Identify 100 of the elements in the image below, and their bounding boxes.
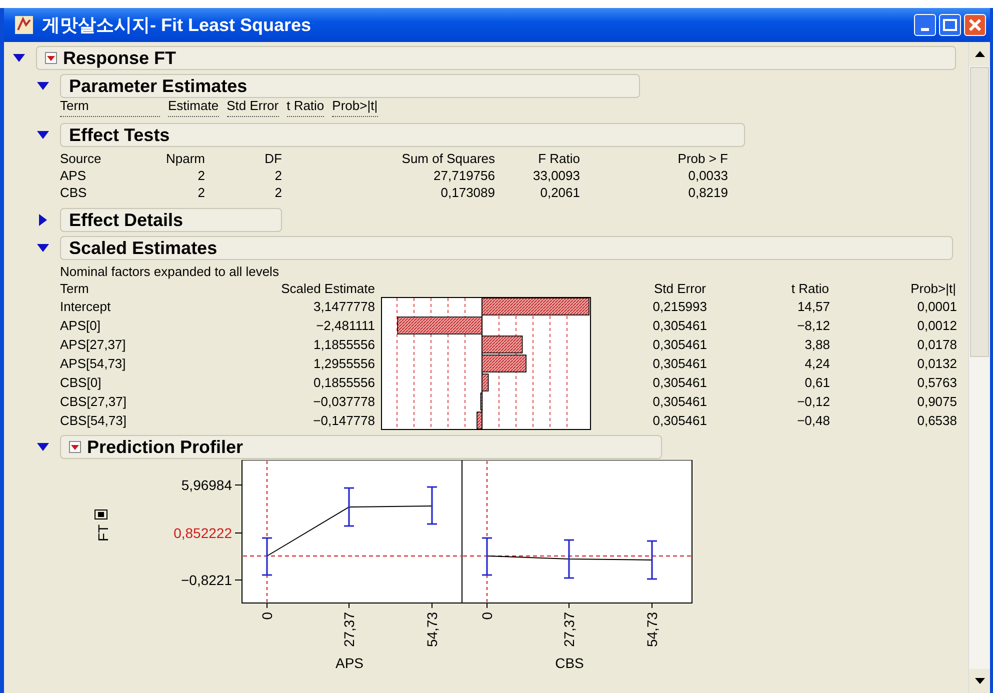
axis-tick-label: 0 bbox=[479, 612, 495, 620]
axis-tick-label: 0,852222 bbox=[174, 525, 232, 541]
error-bar bbox=[343, 487, 355, 527]
scroll-thumb[interactable] bbox=[970, 67, 989, 357]
table-cell-text: 1,1855556 bbox=[312, 336, 375, 354]
table-cell-text: 0,0033 bbox=[687, 166, 728, 185]
axis-title: CBS bbox=[555, 655, 584, 671]
table-cell-text: −0,147778 bbox=[312, 412, 375, 430]
table-cell-text: −0,037778 bbox=[312, 392, 375, 411]
note-text: Nominal factors expanded to all levels bbox=[60, 263, 280, 280]
maximize-button[interactable] bbox=[939, 14, 961, 36]
table-cell-text: 33,0093 bbox=[532, 166, 580, 185]
table-cell-text: 0,0001 bbox=[916, 298, 957, 316]
column-header: F Ratio bbox=[537, 150, 580, 168]
collapse-triangle-icon[interactable] bbox=[36, 80, 50, 92]
table-cell-text: −0,48 bbox=[796, 412, 830, 430]
table-cell-text: 0,305461 bbox=[652, 316, 707, 335]
table-cell-text: 2 bbox=[274, 166, 282, 185]
table-cell-text: CBS[54,73] bbox=[60, 412, 128, 430]
table-cell-text: APS[27,37] bbox=[60, 336, 127, 354]
column-header: Sum of Squares bbox=[400, 150, 495, 168]
scrollbar[interactable] bbox=[968, 42, 990, 693]
column-header: Term bbox=[60, 280, 90, 298]
error-bar bbox=[646, 540, 658, 580]
table-cell-text: 0,9075 bbox=[916, 392, 957, 411]
table-cell-text: 1,2955556 bbox=[312, 354, 375, 373]
table-cell-text: 0,5763 bbox=[916, 374, 957, 392]
table-cell-text: 3,1477778 bbox=[312, 298, 375, 316]
table-cell-text: 3,88 bbox=[804, 336, 830, 354]
table-cell-text: 2 bbox=[196, 166, 205, 185]
column-header: Nparm bbox=[164, 150, 205, 168]
close-icon bbox=[968, 18, 982, 32]
table-cell-text: APS[0] bbox=[60, 316, 102, 335]
table-cell-text: 2 bbox=[196, 184, 205, 202]
column-header: DF bbox=[264, 150, 282, 168]
table-cell-text: 0,2061 bbox=[539, 184, 580, 202]
axis-tick-label: 0 bbox=[259, 612, 275, 620]
table-cell-text: Intercept bbox=[60, 298, 112, 316]
window-title: 게맛살소시지- Fit Least Squares bbox=[42, 14, 312, 37]
table-cell-text: −2,481111 bbox=[315, 316, 375, 335]
column-header: Std Error bbox=[652, 280, 706, 298]
column-header: Prob>|t| bbox=[332, 96, 378, 117]
scroll-up-icon[interactable] bbox=[974, 50, 986, 58]
axis-tick-label: −0,8221 bbox=[181, 572, 232, 588]
axis-tick-label: 5,96984 bbox=[181, 477, 232, 493]
app-icon bbox=[14, 15, 34, 35]
table-cell-text: 0,1855556 bbox=[312, 374, 375, 392]
column-header: Prob > F bbox=[676, 150, 728, 168]
table-cell-text: 0,6538 bbox=[916, 412, 957, 430]
maximize-icon bbox=[943, 19, 957, 31]
axis-tick-label: 27,37 bbox=[561, 612, 577, 648]
section-header[interactable]: Effect Details bbox=[60, 208, 282, 232]
table-cell-text: 27,719756 bbox=[432, 166, 495, 185]
section-header[interactable]: Effect Tests bbox=[60, 122, 745, 146]
column-header: t Ratio bbox=[790, 280, 829, 298]
column-header: Std Error bbox=[226, 96, 279, 117]
axis-title: APS bbox=[336, 655, 364, 671]
column-header: Scaled Estimate bbox=[280, 280, 375, 298]
table-cell-text: 2 bbox=[274, 184, 282, 202]
column-header: Source bbox=[60, 150, 102, 168]
collapse-triangle-icon[interactable] bbox=[36, 128, 50, 140]
axis-tick-label: 54,73 bbox=[644, 612, 660, 648]
table-cell-text: 0,305461 bbox=[652, 354, 707, 373]
table-cell-text: APS[54,73] bbox=[60, 354, 127, 373]
column-header: Term bbox=[60, 96, 160, 117]
table-cell-text: −8,12 bbox=[796, 316, 830, 335]
menu-icon[interactable] bbox=[69, 440, 81, 452]
table-cell-text: CBS[0] bbox=[60, 374, 102, 392]
table-cell-text: 0,305461 bbox=[652, 374, 707, 392]
section-header[interactable]: Parameter Estimates bbox=[60, 74, 640, 98]
menu-icon[interactable] bbox=[45, 52, 57, 64]
collapse-triangle-icon[interactable] bbox=[36, 242, 50, 254]
table-cell-text: 0,305461 bbox=[652, 336, 707, 354]
table-cell-text: 0,8219 bbox=[687, 184, 728, 202]
error-bar bbox=[261, 537, 273, 576]
column-header: Estimate bbox=[168, 96, 219, 117]
scroll-down-icon[interactable] bbox=[974, 677, 986, 685]
error-bar bbox=[426, 486, 438, 525]
table-cell-text: 0,0012 bbox=[916, 316, 957, 335]
table-cell-text: 14,57 bbox=[796, 298, 830, 316]
section-header[interactable]: Response FT bbox=[36, 46, 956, 70]
axis-tick-label: 54,73 bbox=[424, 612, 440, 648]
error-bar bbox=[481, 537, 493, 576]
table-cell-text: 0,215993 bbox=[652, 298, 707, 316]
section-header[interactable]: Prediction Profiler bbox=[60, 434, 662, 458]
table-cell-text: 0,0178 bbox=[916, 336, 957, 354]
section-header[interactable]: Scaled Estimates bbox=[60, 236, 953, 260]
collapse-triangle-icon[interactable] bbox=[36, 440, 50, 452]
axis-title: FT bbox=[95, 524, 111, 542]
column-header: Prob>|t| bbox=[910, 280, 956, 298]
close-button[interactable] bbox=[964, 14, 986, 36]
minimize-button[interactable] bbox=[914, 14, 936, 36]
collapse-triangle-icon[interactable] bbox=[12, 52, 26, 64]
table-cell-text: CBS bbox=[60, 184, 88, 202]
minimize-icon bbox=[921, 28, 929, 30]
table-cell-text: 4,24 bbox=[804, 354, 830, 373]
glyph-icon bbox=[94, 510, 108, 520]
table-cell-text: APS bbox=[60, 166, 88, 185]
axis-tick-label: 27,37 bbox=[341, 612, 357, 648]
table-cell-text: 0,305461 bbox=[652, 412, 707, 430]
